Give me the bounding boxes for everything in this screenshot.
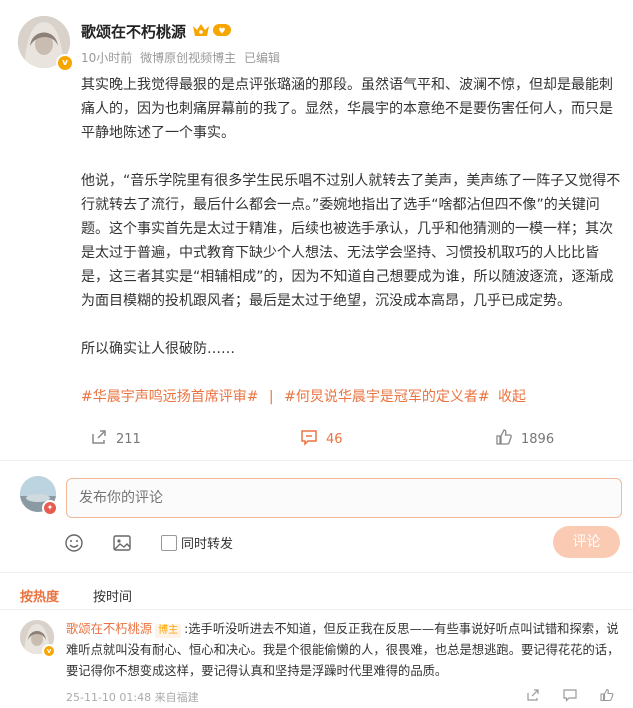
reply-author-link[interactable]: 歌颂在不朽桃源 <box>66 622 152 636</box>
post-tags: #华晨宇声鸣远扬首席评审# | #何炅说华晨宇是冠军的定义者# 收起 <box>81 386 526 406</box>
divider <box>0 572 633 573</box>
comment-input-box[interactable] <box>66 478 622 518</box>
my-badge-icon: ✦ <box>42 500 58 516</box>
reply-content: 歌颂在不朽桃源 博主:选手听没听进去不知道，但反正我在反思——有些事说好听点叫试错… <box>66 619 622 682</box>
comment-count: 46 <box>326 431 343 447</box>
divider <box>0 460 633 461</box>
edited-label[interactable]: 已编辑 <box>244 51 280 65</box>
repost-count: 211 <box>116 431 141 447</box>
svg-text:♥: ♥ <box>218 27 225 36</box>
repost-icon <box>90 428 116 450</box>
tab-sort-hot[interactable]: 按热度 <box>20 586 59 605</box>
image-icon[interactable] <box>112 533 132 557</box>
like-icon <box>495 428 521 450</box>
reply-meta: 25-11-10 01:48 来自福建 <box>66 691 199 704</box>
post-source: 微博原创视频博主 <box>140 51 237 65</box>
sync-repost-checkbox[interactable] <box>161 535 177 551</box>
comment-input[interactable] <box>67 479 621 517</box>
repost-button[interactable]: 211 <box>90 428 141 450</box>
reply-verified-icon: v <box>42 644 56 658</box>
topic-tag-link[interactable]: #何炅说华晨宇是冠军的定义者# <box>284 389 489 405</box>
tag-separator: | <box>268 389 274 405</box>
like-button[interactable]: 1896 <box>495 428 554 450</box>
comment-icon <box>300 428 326 450</box>
like-count: 1896 <box>521 431 555 447</box>
post-meta: 10小时前 微博原创视频博主 已编辑 <box>81 49 280 66</box>
reply-like-icon[interactable] <box>600 687 614 706</box>
post-paragraph: 他说，“音乐学院里有很多学生民乐唱不过别人就转去了美声，美声练了一阵子又觉得不行… <box>81 173 621 309</box>
vip-crown-icon <box>192 22 210 42</box>
emoji-icon[interactable] <box>64 533 84 557</box>
post-time[interactable]: 10小时前 <box>81 51 132 65</box>
comment-button[interactable]: 46 <box>300 428 343 450</box>
sync-repost-label[interactable]: 同时转发 <box>181 533 233 552</box>
reply-comment-icon[interactable] <box>563 687 577 706</box>
post-paragraph: 所以确实让人很破防…… <box>81 341 235 357</box>
tab-sort-time[interactable]: 按时间 <box>93 586 132 605</box>
reply-share-icon[interactable] <box>526 687 540 706</box>
author-tag-badge: 博主 <box>155 624 182 638</box>
submit-comment-button[interactable]: 评论 <box>553 526 620 558</box>
vip-level-icon: ♥ <box>212 22 232 42</box>
topic-tag-link[interactable]: #华晨宇声鸣远扬首席评审# <box>81 389 258 405</box>
post-paragraph: 其实晚上我觉得最狠的是点评张璐涵的那段。虽然语气平和、波澜不惊，但却是最能刺痛人… <box>81 77 613 141</box>
verified-badge-icon: v <box>56 54 74 72</box>
divider <box>0 609 633 610</box>
post-content: 其实晚上我觉得最狠的是点评张璐涵的那段。虽然语气平和、波澜不惊，但却是最能刺痛人… <box>81 73 621 361</box>
author-name[interactable]: 歌颂在不朽桃源 <box>81 21 186 42</box>
collapse-link[interactable]: 收起 <box>498 389 526 405</box>
